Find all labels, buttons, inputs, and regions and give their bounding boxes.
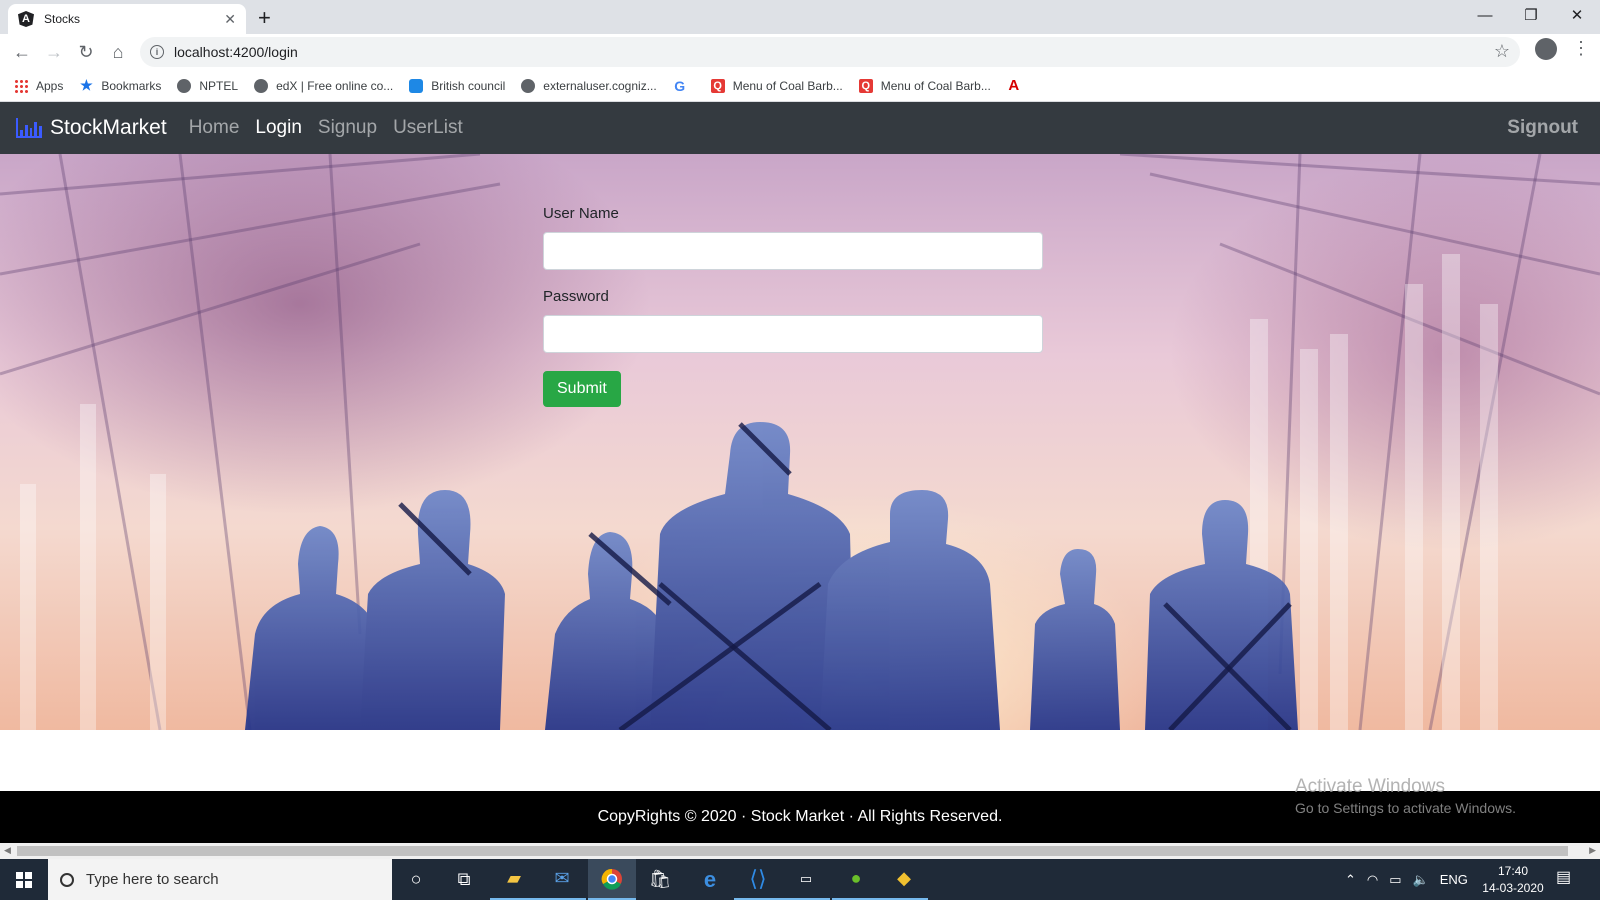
bookmark-edx[interactable]: edX | Free online co...: [254, 78, 393, 93]
minimize-icon[interactable]: —: [1462, 0, 1508, 30]
system-tray: ⌃ ◠ ▭ 🔈 ENG: [1345, 859, 1468, 900]
spring-tool-icon[interactable]: ●: [832, 859, 880, 900]
file-explorer-icon[interactable]: ▰: [490, 859, 538, 900]
star-icon: ★: [80, 77, 93, 93]
tab-title: Stocks: [44, 12, 81, 26]
login-form: User Name Password Submit: [543, 205, 1043, 407]
angular-icon: A: [18, 11, 34, 27]
bookmarks-bar: Apps ★ Bookmarks NPTEL edX | Free online …: [0, 70, 1600, 102]
profile-avatar-icon[interactable]: [1535, 38, 1557, 60]
back-arrow-icon[interactable]: ←: [6, 36, 38, 68]
mail-icon[interactable]: ✉: [538, 859, 586, 900]
volume-icon[interactable]: 🔈: [1413, 872, 1429, 888]
watermark-title: Activate Windows: [1295, 776, 1445, 797]
nav-home[interactable]: Home: [189, 117, 240, 139]
british-council-icon: [409, 78, 424, 93]
taskbar-search[interactable]: Type here to search: [48, 859, 392, 900]
window-controls: — ❐ ✕: [1462, 0, 1600, 30]
clock-time: 17:40: [1497, 864, 1529, 878]
cortana-icon[interactable]: ○: [392, 859, 440, 900]
browser-toolbar: ← → ↻ ⌂ i localhost:4200/login ☆ ⋮: [0, 34, 1600, 70]
adobe-icon: A: [1008, 77, 1020, 94]
brand-name: StockMarket: [50, 116, 167, 139]
browser-menu-icon[interactable]: ⋮: [1572, 38, 1590, 59]
password-input[interactable]: [543, 315, 1043, 353]
password-label: Password: [543, 288, 609, 305]
store-icon[interactable]: 🛍: [636, 859, 684, 900]
restore-icon[interactable]: ❐: [1508, 0, 1554, 30]
bookmark-nptel[interactable]: NPTEL: [177, 78, 238, 93]
wifi-icon[interactable]: ◠: [1367, 872, 1378, 888]
nav-signup[interactable]: Signup: [318, 117, 377, 139]
apps-grid-icon: [14, 78, 28, 93]
scroll-left-icon[interactable]: ◀: [4, 845, 11, 856]
globe-icon: [254, 78, 269, 93]
nav-userlist[interactable]: UserList: [393, 117, 463, 139]
footer-copyright: CopyRights © 2020 · Stock Market · All R…: [597, 808, 1003, 825]
chrome-icon[interactable]: [588, 859, 636, 900]
url-text: localhost:4200/login: [174, 44, 298, 60]
signout-link[interactable]: Signout: [1507, 117, 1578, 139]
task-view-icon[interactable]: ⧉: [440, 859, 488, 900]
bar-chart-icon: [16, 118, 42, 138]
username-label: User Name: [543, 205, 619, 222]
search-icon: [60, 872, 74, 887]
window-close-icon[interactable]: ✕: [1554, 0, 1600, 30]
scroll-right-icon[interactable]: ▶: [1589, 845, 1596, 856]
bookmark-apps[interactable]: Apps: [14, 78, 63, 93]
taskbar-search-placeholder: Type here to search: [86, 871, 219, 888]
language-indicator[interactable]: ENG: [1440, 872, 1468, 887]
q-icon: Q: [858, 78, 873, 93]
home-icon[interactable]: ⌂: [102, 36, 134, 68]
new-tab-icon[interactable]: +: [258, 5, 271, 31]
edge-icon[interactable]: e: [686, 859, 734, 900]
username-input[interactable]: [543, 232, 1043, 270]
bookmark-adobe[interactable]: A: [1007, 77, 1029, 94]
address-bar[interactable]: i localhost:4200/login ☆: [140, 37, 1520, 67]
site-info-icon[interactable]: i: [150, 45, 164, 59]
google-icon: G: [674, 77, 686, 94]
browser-tab-strip: A Stocks ✕ + — ❐ ✕: [0, 0, 1600, 34]
windows-logo-icon: [16, 871, 32, 888]
app-navbar: StockMarket Home Login Signup UserList S…: [0, 102, 1600, 154]
git-kraken-icon[interactable]: ◆: [880, 859, 928, 900]
vscode-icon[interactable]: ⟨⟩: [734, 859, 782, 900]
globe-icon: [177, 78, 192, 93]
browser-tab[interactable]: A Stocks ✕: [8, 4, 246, 34]
watermark-subtitle: Go to Settings to activate Windows.: [1295, 800, 1516, 816]
horizontal-scrollbar[interactable]: ◀ ▶: [0, 843, 1600, 859]
taskbar-clock[interactable]: 17:40 14-03-2020: [1480, 863, 1546, 897]
bookmark-coal-barbecue-1[interactable]: Q Menu of Coal Barb...: [710, 78, 843, 93]
submit-button[interactable]: Submit: [543, 371, 621, 407]
clock-date: 14-03-2020: [1482, 881, 1544, 895]
nav-login[interactable]: Login: [255, 117, 302, 139]
bookmark-british-council[interactable]: British council: [409, 78, 505, 93]
scrollbar-thumb[interactable]: [17, 846, 1568, 856]
bookmark-externaluser[interactable]: externaluser.cogniz...: [521, 78, 657, 93]
bookmark-google[interactable]: G: [673, 77, 695, 94]
battery-icon[interactable]: ▭: [1389, 872, 1401, 888]
bookmark-star-icon[interactable]: ☆: [1494, 41, 1510, 62]
q-icon: Q: [710, 78, 725, 93]
globe-icon: [521, 78, 536, 93]
windows-taskbar: Type here to search ○ ⧉ ▰ ✉ 🛍 e ⟨⟩ ▭ ● ◆…: [0, 859, 1600, 900]
chevron-up-icon[interactable]: ⌃: [1345, 872, 1356, 888]
activate-windows-watermark: Activate Windows Go to Settings to activ…: [1295, 776, 1516, 816]
forward-arrow-icon[interactable]: →: [38, 36, 70, 68]
terminal-icon[interactable]: ▭: [782, 859, 830, 900]
tab-close-icon[interactable]: ✕: [224, 11, 236, 28]
bookmark-bookmarks[interactable]: ★ Bookmarks: [79, 77, 161, 93]
start-button[interactable]: [0, 859, 48, 900]
bookmark-coal-barbecue-2[interactable]: Q Menu of Coal Barb...: [858, 78, 991, 93]
reload-icon[interactable]: ↻: [70, 36, 102, 68]
brand-link[interactable]: StockMarket: [16, 116, 167, 140]
notification-center-icon[interactable]: ▤: [1556, 867, 1571, 887]
